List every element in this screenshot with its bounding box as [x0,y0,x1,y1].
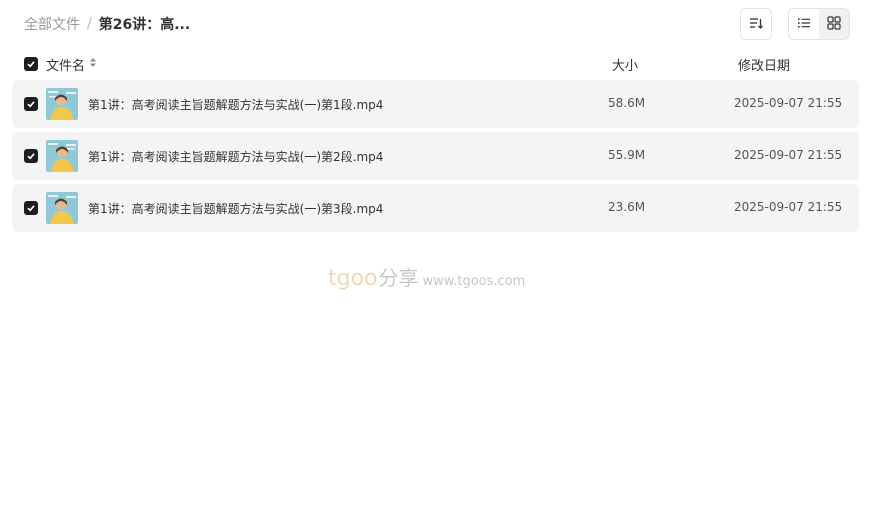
file-date: 2025-09-07 21:55 [734,148,843,162]
sort-arrows-icon [89,57,97,72]
watermark-brand-cn: 分享 [378,266,419,290]
select-all-checkbox[interactable] [24,57,38,71]
file-date: 2025-09-07 21:55 [734,96,843,110]
row-checkbox[interactable] [24,97,38,111]
grid-view-icon [827,15,841,34]
watermark: tgoo 分享 www.tgoos.com [328,262,525,291]
breadcrumb: 全部文件 / 第26讲：高... [24,14,190,34]
file-row[interactable]: 第1讲：高考阅读主旨题解题方法与实战(一)第3段.mp4 23.6M 2025-… [12,184,859,232]
file-row[interactable]: 第1讲：高考阅读主旨题解题方法与实战(一)第1段.mp4 58.6M 2025-… [12,80,859,128]
file-size: 55.9M [608,148,646,162]
breadcrumb-separator: / [87,16,92,32]
video-thumbnail [46,88,78,120]
check-icon [27,61,35,68]
check-icon [27,153,35,160]
file-name: 第1讲：高考阅读主旨题解题方法与实战(一)第1段.mp4 [88,98,384,112]
row-checkbox[interactable] [24,201,38,215]
column-header-size[interactable]: 大小 [612,55,638,74]
breadcrumb-root-link[interactable]: 全部文件 [24,14,80,34]
column-header-name[interactable]: 文件名 [46,55,97,74]
column-header-date[interactable]: 修改日期 [738,55,790,74]
video-thumbnail [46,140,78,172]
file-date: 2025-09-07 21:55 [734,200,843,214]
toolbar [740,8,850,40]
video-thumbnail [46,192,78,224]
file-name: 第1讲：高考阅读主旨题解题方法与实战(一)第3段.mp4 [88,202,384,216]
watermark-brand: tgoo [328,266,378,291]
check-icon [27,205,35,212]
breadcrumb-current: 第26讲：高... [98,17,191,33]
list-view-icon [797,15,811,34]
file-name: 第1讲：高考阅读主旨题解题方法与实战(一)第2段.mp4 [88,150,384,164]
file-size: 58.6M [608,96,646,110]
list-view-button[interactable] [789,9,819,39]
file-table-header: 文件名 大小 修改日期 [24,54,850,74]
sort-button[interactable] [740,8,772,40]
sort-icon [749,15,763,34]
file-list: 第1讲：高考阅读主旨题解题方法与实战(一)第1段.mp4 58.6M 2025-… [12,80,859,236]
watermark-url: www.tgoos.com [422,274,526,289]
file-size: 23.6M [608,200,646,214]
check-icon [27,101,35,108]
file-row[interactable]: 第1讲：高考阅读主旨题解题方法与实战(一)第2段.mp4 55.9M 2025-… [12,132,859,180]
view-toggle [788,8,850,40]
column-header-name-label: 文件名 [46,59,86,74]
grid-view-button[interactable] [819,9,849,39]
row-checkbox[interactable] [24,149,38,163]
